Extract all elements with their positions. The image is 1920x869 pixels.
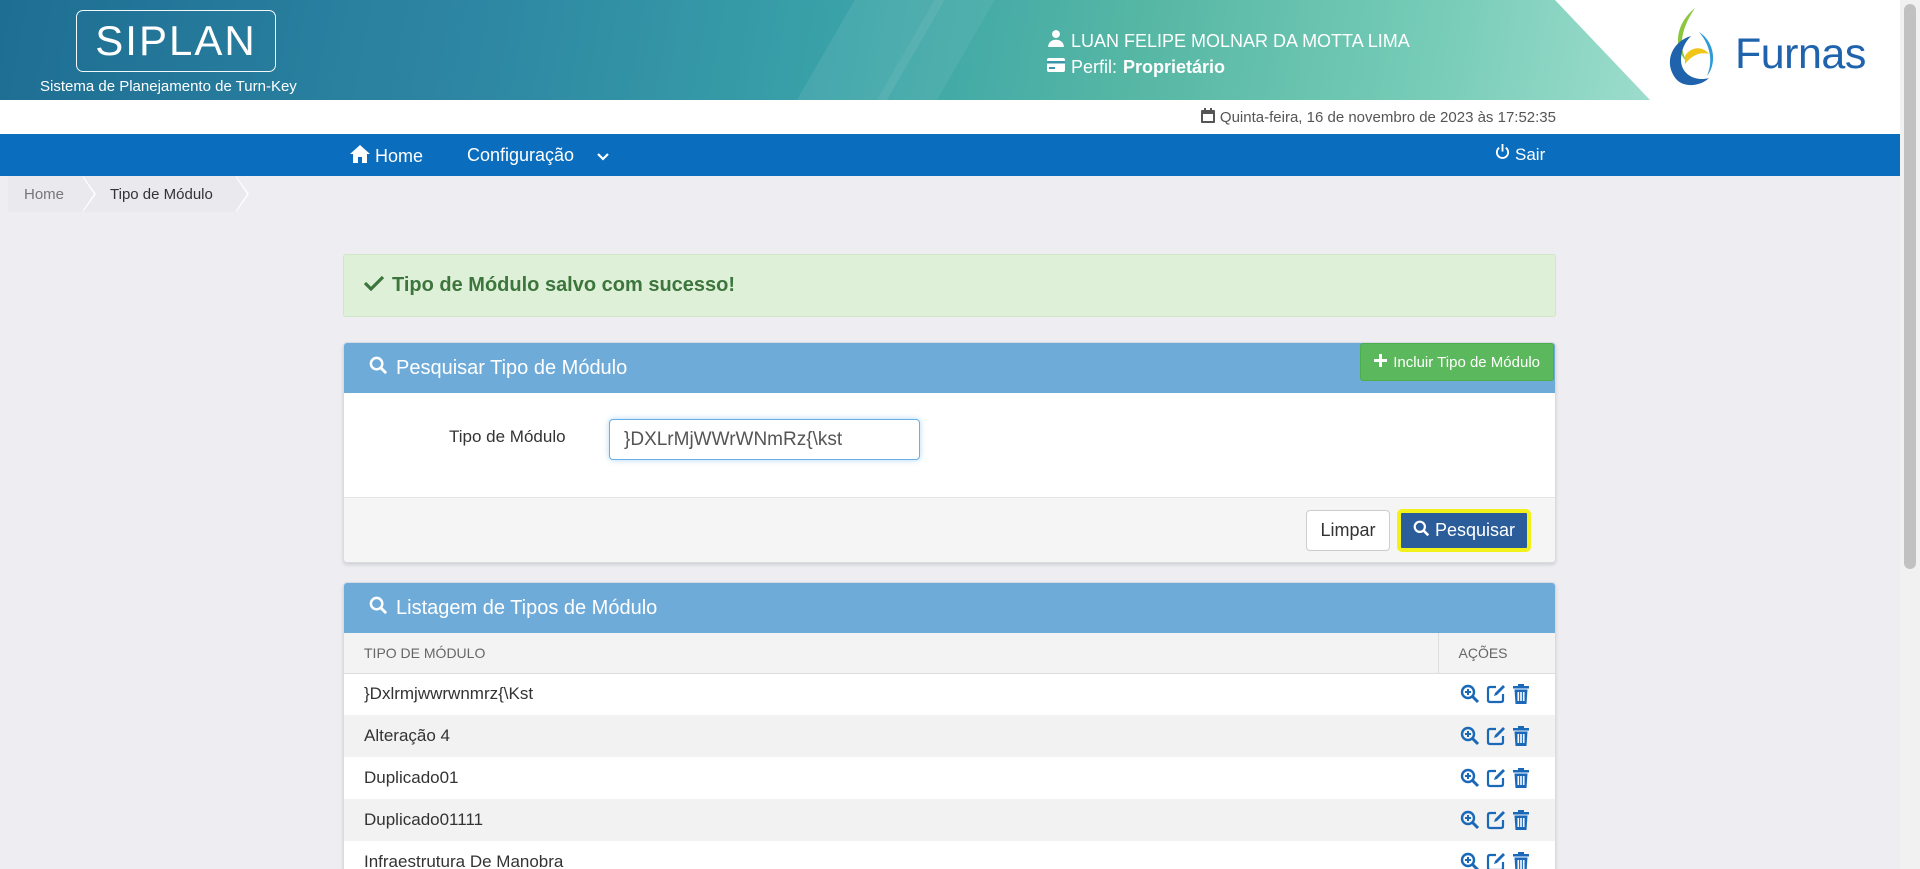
- date-bar: Quinta-feira, 16 de novembro de 2023 às …: [0, 100, 1900, 134]
- header-banner: SIPLAN Sistema de Planejamento de Turn-K…: [0, 0, 1900, 100]
- trash-icon[interactable]: [1512, 768, 1530, 788]
- table-row: Duplicado01111: [344, 799, 1555, 841]
- search-button[interactable]: Pesquisar: [1397, 509, 1531, 552]
- brand-name: Furnas: [1735, 30, 1866, 78]
- table-row: Alteração 4: [344, 715, 1555, 757]
- furnas-logo: Furnas: [1655, 6, 1885, 90]
- search-button-label: Pesquisar: [1434, 520, 1516, 540]
- table-row: Duplicado01: [344, 757, 1555, 799]
- user-name: LUAN FELIPE MOLNAR DA MOTTA LIMA: [1071, 31, 1410, 51]
- trash-icon[interactable]: [1512, 852, 1530, 869]
- page-scrollbar[interactable]: [1900, 0, 1920, 869]
- edit-icon[interactable]: [1486, 768, 1506, 788]
- profile-value: Proprietário: [1123, 57, 1226, 77]
- search-icon: [369, 596, 388, 621]
- row-name: Infraestrutura De Manobra: [364, 852, 564, 869]
- calendar-icon: [1200, 108, 1215, 127]
- power-icon: [1495, 144, 1510, 165]
- nav-configuracao[interactable]: Configuração: [467, 145, 609, 166]
- zoom-in-icon[interactable]: [1460, 768, 1480, 788]
- zoom-in-icon[interactable]: [1460, 810, 1480, 830]
- column-acoes: AÇÕES: [1437, 633, 1555, 673]
- zoom-in-icon[interactable]: [1460, 852, 1480, 869]
- nav-config-label: Configuração: [467, 145, 575, 165]
- search-icon: [369, 356, 388, 381]
- row-name: Duplicado01: [364, 768, 459, 787]
- home-icon: [350, 145, 370, 168]
- list-panel: Listagem de Tipos de Módulo TIPO DE MÓDU…: [343, 582, 1556, 869]
- zoom-in-icon[interactable]: [1460, 726, 1480, 746]
- logout-label: Sair: [1515, 144, 1546, 164]
- row-name: Alteração 4: [364, 726, 450, 745]
- edit-icon[interactable]: [1486, 684, 1506, 704]
- search-form-footer: Limpar Pesquisar: [344, 497, 1555, 562]
- scrollbar-thumb[interactable]: [1904, 4, 1916, 569]
- list-panel-header: Listagem de Tipos de Módulo: [344, 583, 1555, 633]
- row-name: Duplicado01111: [364, 810, 484, 829]
- table-row: }Dxlrmjwwrwnmrz{\Kst: [344, 673, 1555, 715]
- plus-icon: [1374, 353, 1388, 371]
- clear-button[interactable]: Limpar: [1306, 510, 1390, 551]
- table-row: Infraestrutura De Manobra: [344, 841, 1555, 869]
- add-tipo-modulo-button[interactable]: Incluir Tipo de Módulo: [1360, 343, 1554, 381]
- logo-subtitle: Sistema de Planejamento de Turn-Key: [40, 78, 297, 95]
- trash-icon[interactable]: [1512, 726, 1530, 746]
- alert-message: Tipo de Módulo salvo com sucesso!: [392, 274, 736, 296]
- tipo-modulo-label: Tipo de Módulo: [449, 427, 566, 446]
- edit-icon[interactable]: [1486, 810, 1506, 830]
- search-panel: Pesquisar Tipo de Módulo Incluir Tipo de…: [343, 342, 1556, 563]
- add-button-label: Incluir Tipo de Módulo: [1393, 353, 1540, 371]
- row-name: }Dxlrmjwwrwnmrz{\Kst: [364, 684, 534, 704]
- breadcrumb-current: Tipo de Módulo: [82, 176, 249, 212]
- profile-label: Perfil:: [1071, 57, 1118, 77]
- edit-icon[interactable]: [1486, 852, 1506, 869]
- table-header: TIPO DE MÓDULO AÇÕES: [344, 633, 1555, 673]
- check-icon: [363, 274, 385, 297]
- list-panel-title: Listagem de Tipos de Módulo: [396, 596, 658, 619]
- trash-icon[interactable]: [1512, 810, 1530, 830]
- search-panel-title: Pesquisar Tipo de Módulo: [396, 356, 628, 379]
- search-icon: [1413, 520, 1430, 542]
- nav-home-label: Home: [375, 146, 424, 166]
- trash-icon[interactable]: [1512, 684, 1530, 705]
- zoom-in-icon[interactable]: [1460, 684, 1480, 704]
- search-form-row: Tipo de Módulo: [344, 393, 1555, 497]
- main-nav: Home Configuração Sair: [0, 134, 1900, 176]
- user-info: LUAN FELIPE MOLNAR DA MOTTA LIMA Perfil:…: [1047, 28, 1410, 80]
- column-tipo-modulo[interactable]: TIPO DE MÓDULO: [344, 633, 1438, 673]
- tipo-modulo-table: TIPO DE MÓDULO AÇÕES }Dxlrmjwwrwnmrz{\Ks…: [344, 633, 1555, 869]
- breadcrumb: Home Tipo de Módulo: [8, 176, 249, 212]
- search-panel-header: Pesquisar Tipo de Módulo Incluir Tipo de…: [344, 343, 1555, 393]
- siplan-logo[interactable]: SIPLAN: [76, 10, 276, 72]
- nav-logout[interactable]: Sair: [1495, 144, 1545, 165]
- success-alert: Tipo de Módulo salvo com sucesso!: [343, 254, 1556, 317]
- chevron-down-icon: [597, 145, 609, 166]
- id-card-icon: [1047, 54, 1065, 80]
- current-datetime: Quinta-feira, 16 de novembro de 2023 às …: [1219, 109, 1556, 126]
- breadcrumb-home[interactable]: Home: [8, 176, 97, 212]
- edit-icon[interactable]: [1486, 726, 1506, 746]
- tipo-modulo-input[interactable]: [609, 419, 920, 460]
- nav-home[interactable]: Home: [350, 145, 423, 168]
- user-icon: [1047, 28, 1065, 54]
